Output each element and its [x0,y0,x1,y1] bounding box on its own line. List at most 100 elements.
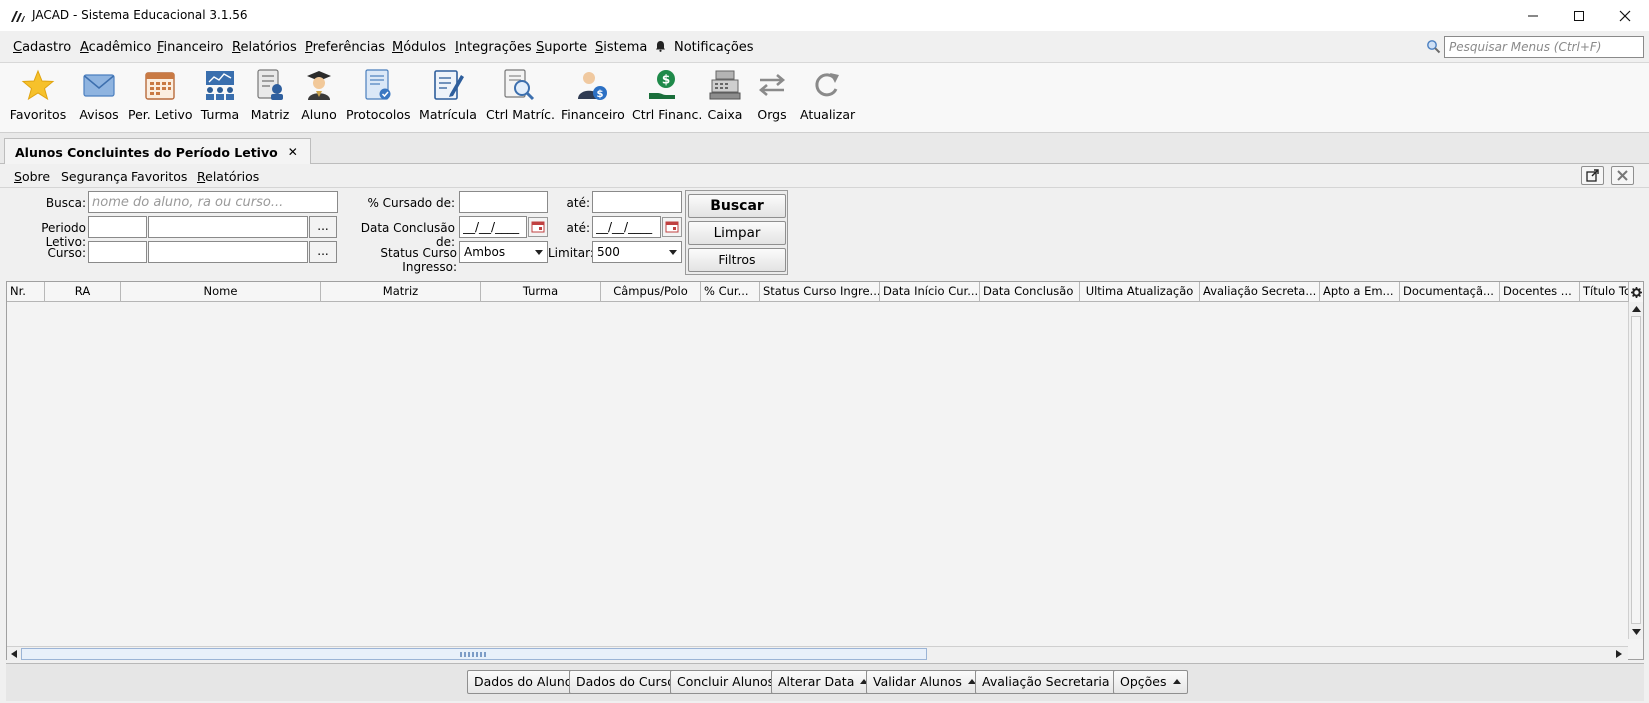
periodo-letivo-lookup-button[interactable]: ... [309,216,337,238]
detach-window-button[interactable] [1581,166,1604,185]
column-header-avaliacao-secretaria[interactable]: Avaliação Secreta... [1200,282,1320,302]
toolbar-turma[interactable]: Turma [198,67,242,129]
cursado-ate-input[interactable] [592,191,682,213]
concluir-alunos-button[interactable]: Concluir Alunos [670,670,782,694]
alterar-data-button[interactable]: Alterar Data [771,670,876,694]
limpar-button[interactable]: Limpar [688,221,786,245]
toolbar-matricula[interactable]: Matrícula [419,67,477,129]
submenu-seguranca[interactable]: Segurança [61,169,128,184]
column-header-apto-a-emitir[interactable]: Apto a Em... [1320,282,1400,302]
limitar-select[interactable]: 500 [592,241,682,263]
submenu-sobre[interactable]: Sobre [14,169,50,184]
column-header-nr[interactable]: Nr. [7,282,45,302]
column-header-status-curso-ingresso[interactable]: Status Curso Ingre... [760,282,880,302]
buscar-button[interactable]: Buscar [688,194,786,218]
conclusao-ate-calendar-button[interactable] [662,217,682,237]
curso-name-input[interactable] [148,241,308,263]
toolbar-orgs[interactable]: Orgs [752,67,792,129]
column-settings-button[interactable] [1628,282,1643,302]
toolbar-ctrl-matric[interactable]: Ctrl Matríc. [486,67,555,129]
menu-relatorios[interactable]: Relatórios [232,40,297,55]
conclusao-ate-input[interactable] [592,216,661,238]
close-screen-button[interactable] [1611,166,1634,185]
scroll-up-icon[interactable] [1632,306,1641,312]
title-bar: JACAD - Sistema Educacional 3.1.56 [0,0,1649,31]
avaliacao-secretaria-button[interactable]: Avaliação Secretaria [975,670,1131,694]
filtros-button[interactable]: Filtros [688,248,786,272]
periodo-letivo-code-field[interactable] [89,217,146,237]
submenu-relatorios[interactable]: Relatórios [197,169,259,184]
opcoes-button[interactable]: Opções [1113,670,1188,694]
search-menus-input[interactable] [1444,36,1644,58]
conclusao-de-field[interactable] [460,217,526,237]
menu-notificacoes[interactable]: Notificações [674,40,754,55]
tab-close-icon[interactable]: ✕ [288,145,298,159]
toolbar-financeiro[interactable]: $ Financeiro [561,67,625,129]
horizontal-scroll-thumb[interactable] [21,648,927,660]
column-header-titulo[interactable]: Título To [1580,282,1628,302]
column-header-percent-cursado[interactable]: % Cur... [701,282,760,302]
toolbar-avisos[interactable]: Avisos [76,67,122,129]
toolbar-ctrl-financ[interactable]: $ Ctrl Financ. [632,67,702,129]
status-curso-ingresso-select[interactable]: Ambos [459,241,548,263]
vertical-scroll-thumb[interactable] [1631,316,1641,624]
periodo-letivo-name-field[interactable] [149,217,307,237]
column-header-matriz[interactable]: Matriz [321,282,481,302]
curso-code-field[interactable] [89,242,146,262]
menu-financeiro[interactable]: Financeiro [157,40,223,55]
menu-suporte[interactable]: Suporte [536,40,587,55]
column-header-documentacao[interactable]: Documentaçã... [1400,282,1500,302]
toolbar-matricula-label: Matrícula [419,107,477,122]
submenu-relatorios-mnemonic: R [197,169,206,184]
busca-field[interactable] [89,192,337,212]
toolbar-aluno[interactable]: Aluno [297,67,341,129]
busca-input[interactable] [88,191,338,213]
conclusao-ate-field[interactable] [593,217,660,237]
submenu-favoritos[interactable]: Favoritos [131,169,187,184]
tab-alunos-concluintes[interactable]: Alunos Concluintes do Período Letivo ✕ [4,138,311,165]
column-header-docentes[interactable]: Docentes ... [1500,282,1580,302]
search-menus-field[interactable] [1445,37,1643,57]
column-header-data-inicio-curso[interactable]: Data Início Cur... [880,282,980,302]
column-header-ra[interactable]: RA [45,282,121,302]
scroll-down-icon[interactable] [1632,629,1641,635]
scroll-left-icon[interactable] [11,650,17,658]
toolbar-favoritos[interactable]: Favoritos [8,67,68,129]
toolbar-atualizar[interactable]: Atualizar [800,67,855,129]
column-header-campus-polo[interactable]: Câmpus/Polo [601,282,701,302]
column-header-turma[interactable]: Turma [481,282,601,302]
menu-integracoes[interactable]: Integrações [455,40,532,55]
periodo-letivo-name-input[interactable] [148,216,308,238]
conclusao-de-calendar-button[interactable] [528,217,548,237]
column-header-nome[interactable]: Nome [121,282,321,302]
cursado-ate-field[interactable] [593,192,681,212]
vertical-scrollbar[interactable] [1628,302,1643,639]
horizontal-scrollbar[interactable] [7,646,1628,660]
dados-do-curso-button[interactable]: Dados do Curso [569,670,682,694]
toolbar-per-letivo[interactable]: Per. Letivo [128,67,193,129]
toolbar-caixa[interactable]: Caixa [704,67,746,129]
maximize-button[interactable] [1556,0,1602,31]
column-header-ultima-atualizacao[interactable]: Ultima Atualização [1080,282,1200,302]
menu-sistema[interactable]: Sistema [595,40,647,55]
curso-name-field[interactable] [149,242,307,262]
dados-do-aluno-button[interactable]: Dados do Aluno [467,670,580,694]
minimize-button[interactable] [1510,0,1556,31]
menu-modulos[interactable]: Módulos [392,40,446,55]
periodo-letivo-code-input[interactable] [88,216,147,238]
scroll-right-icon[interactable] [1616,650,1622,658]
menu-academico[interactable]: Acadêmico [80,40,151,55]
cursado-de-field[interactable] [460,192,547,212]
toolbar-protocolos[interactable]: Protocolos [346,67,411,129]
validar-alunos-button[interactable]: Validar Alunos [866,670,983,694]
conclusao-de-input[interactable] [459,216,527,238]
menu-preferencias[interactable]: Preferências [305,40,385,55]
curso-code-input[interactable] [88,241,147,263]
toolbar-matriz[interactable]: Matriz [248,67,292,129]
validar-alunos-label: Validar Alunos [873,674,962,689]
menu-preferencias-label: referências [312,40,386,55]
column-header-data-conclusao[interactable]: Data Conclusão [980,282,1080,302]
cursado-de-input[interactable] [459,191,548,213]
menu-cadastro[interactable]: Cadastro [13,40,71,55]
close-window-button[interactable] [1602,0,1648,31]
